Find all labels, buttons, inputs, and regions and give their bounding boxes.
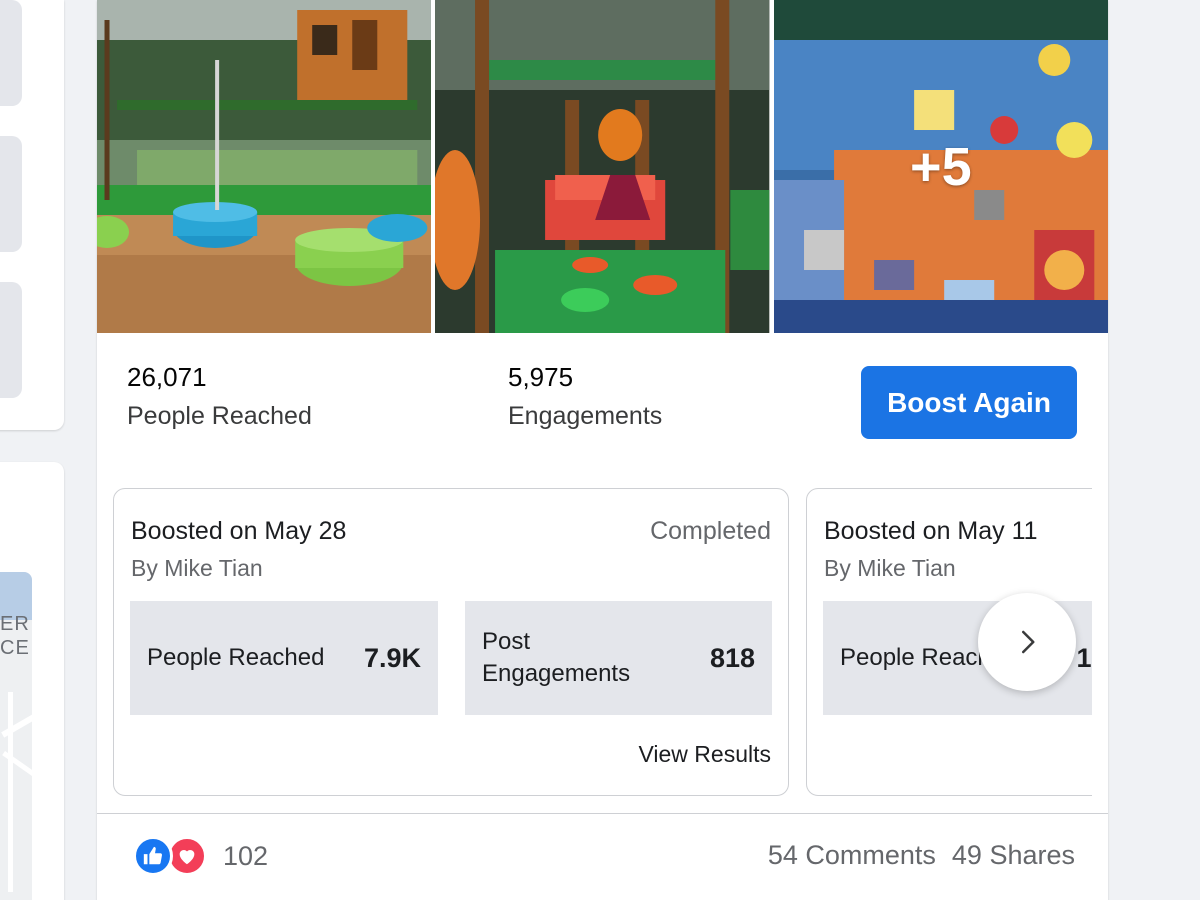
view-results-link[interactable]: View Results	[638, 741, 771, 768]
comments-link[interactable]: 54 Comments	[768, 840, 936, 871]
footer-divider	[97, 813, 1108, 814]
chevron-right-icon	[1022, 630, 1035, 654]
more-photos-overlay: +5	[910, 136, 972, 197]
people-reached-value: 26,071	[127, 362, 207, 392]
left-sidebar: ER CE	[0, 0, 66, 900]
engagement-summary: 54 Comments 49 Shares	[768, 840, 1075, 871]
people-reached-label: People Reached	[127, 402, 312, 430]
post-photo[interactable]	[97, 0, 432, 333]
reactions-summary[interactable]: 102	[133, 836, 268, 876]
engagements-label: Engagements	[508, 402, 663, 430]
metric-post-engagements: Post Engagements 818	[465, 601, 772, 715]
engagements-stat: 5,975 Engagements	[508, 360, 662, 432]
engagements-value: 5,975	[508, 362, 574, 392]
metric-label: Post Engagements	[482, 628, 631, 687]
reaction-count: 102	[223, 840, 269, 871]
shortcuts-card	[0, 0, 64, 430]
boost-history-carousel: Boosted on May 28 Completed By Mike Tian…	[113, 488, 1092, 798]
like-icon	[133, 836, 173, 876]
boosted-post-card: +5 26,071 People Reached 5,975 Engagemen…	[97, 0, 1108, 900]
map-label: ER CE	[0, 613, 30, 659]
boost-date: Boosted on May 28	[131, 517, 347, 545]
shortcut-tile[interactable]	[0, 0, 22, 106]
metric-people-reached: People Reached 7.9K	[130, 601, 438, 715]
carousel-next-button[interactable]	[978, 593, 1076, 691]
post-photo[interactable]	[435, 0, 770, 333]
people-reached-stat: 26,071 People Reached	[127, 360, 312, 432]
boosted-by: By Mike Tian	[131, 555, 263, 581]
metric-value: 1.6	[1076, 642, 1092, 673]
love-icon	[167, 836, 207, 876]
metric-label: People Reached	[147, 644, 325, 671]
shortcut-tile[interactable]	[0, 136, 22, 252]
photo-playground-floor	[97, 0, 432, 333]
boost-card: Boosted on May 28 Completed By Mike Tian…	[113, 488, 789, 796]
post-photo[interactable]: +5	[773, 0, 1108, 333]
shortcut-tile[interactable]	[0, 282, 22, 398]
boost-date: Boosted on May 11	[824, 517, 1038, 545]
boosted-by: By Mike Tian	[824, 555, 956, 581]
boost-again-button[interactable]: Boost Again	[861, 366, 1077, 439]
metric-value: 818	[709, 642, 755, 673]
metric-value: 7.9K	[363, 642, 421, 673]
shares-link[interactable]: 49 Shares	[952, 840, 1075, 871]
status-badge: Completed	[650, 517, 771, 545]
photo-play-tunnel	[435, 0, 770, 333]
photo-grid: +5	[97, 0, 1108, 333]
